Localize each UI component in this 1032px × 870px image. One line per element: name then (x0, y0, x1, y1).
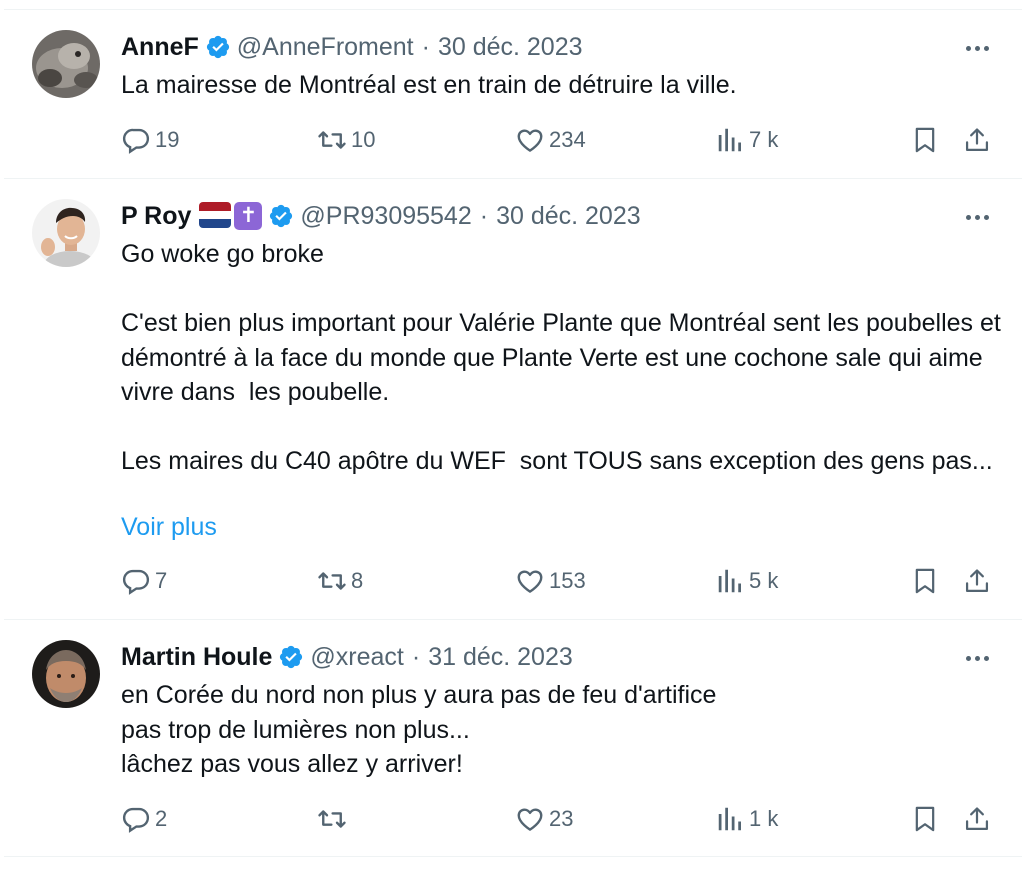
tweet-actions: 7 8 153 5 k (121, 563, 992, 599)
share-button[interactable] (959, 122, 995, 158)
bookmark-icon (915, 806, 935, 832)
reply-icon (122, 569, 150, 595)
tweet-header: Martin Houle @xreact · 31 déc. 2023 (121, 641, 902, 673)
bookmark-button[interactable] (907, 563, 943, 599)
verified-badge-icon (206, 35, 229, 59)
name-emojis: ✝ (199, 202, 263, 230)
views-button[interactable]: 7 k (715, 122, 778, 158)
separator: · (411, 643, 421, 671)
reply-button[interactable]: 7 (121, 563, 167, 599)
reply-button[interactable]: 19 (121, 122, 179, 158)
tweet-header: P Roy ✝ @PR93095542 · 30 déc. 2023 (121, 200, 902, 232)
share-icon (965, 807, 989, 831)
like-button[interactable]: 23 (515, 801, 573, 837)
views-count: 5 k (749, 568, 779, 593)
views-count: 7 k (749, 127, 779, 152)
heart-icon (517, 129, 543, 152)
show-more-link[interactable]: Voir plus (121, 510, 217, 544)
retweet-button[interactable]: 10 (317, 122, 375, 158)
views-chart-icon (718, 128, 741, 152)
tweet-actions: 19 10 234 7 k (121, 122, 992, 158)
separator: · (479, 202, 489, 230)
retweet-count: 10 (351, 127, 376, 152)
tweet-text: Go woke go broke C'est bien plus importa… (121, 240, 1001, 475)
reply-button[interactable]: 2 (121, 801, 167, 837)
views-button[interactable]: 5 k (715, 563, 778, 599)
like-count: 234 (549, 127, 586, 152)
reply-count: 19 (155, 127, 180, 152)
avatar[interactable] (32, 640, 100, 708)
share-icon (965, 128, 989, 152)
retweet-button[interactable] (317, 801, 351, 837)
views-button[interactable]: 1 k (715, 801, 778, 837)
display-name[interactable]: Martin Houle (121, 641, 272, 673)
views-count: 1 k (749, 806, 779, 831)
timestamp[interactable]: 31 déc. 2023 (428, 641, 573, 673)
reply-count: 7 (155, 568, 168, 593)
views-chart-icon (718, 807, 741, 831)
like-button[interactable]: 234 (515, 122, 586, 158)
reply-icon (122, 128, 150, 154)
avatar[interactable] (32, 199, 100, 267)
tweet-actions: 2 23 1 k (121, 801, 992, 837)
retweet-icon (318, 131, 346, 149)
heart-icon (517, 808, 543, 831)
tweet-1[interactable]: AnneF @AnneFroment · 30 déc. 2023 La mai… (0, 0, 1022, 178)
retweet-button[interactable]: 8 (317, 563, 363, 599)
reply-count: 2 (155, 806, 168, 831)
tweet-text: La mairesse de Montréal est en train de … (121, 71, 737, 99)
heart-icon (517, 570, 543, 593)
retweet-icon (318, 572, 346, 590)
more-options-icon[interactable] (962, 33, 992, 63)
bookmark-icon (915, 568, 935, 594)
retweet-icon (318, 810, 346, 828)
like-button[interactable]: 153 (515, 563, 586, 599)
share-button[interactable] (959, 801, 995, 837)
handle[interactable]: @AnneFroment (237, 31, 414, 63)
verified-badge-icon (280, 645, 303, 669)
handle[interactable]: @PR93095542 (300, 200, 471, 232)
bookmark-icon (915, 127, 935, 153)
divider (4, 856, 1022, 857)
reply-icon (122, 807, 150, 833)
more-options-icon[interactable] (962, 643, 992, 673)
display-name[interactable]: AnneF (121, 31, 199, 63)
tweet-text: en Corée du nord non plus y aura pas de … (121, 681, 717, 778)
share-icon (965, 569, 989, 593)
tweet-feed: AnneF @AnneFroment · 30 déc. 2023 La mai… (0, 0, 1022, 870)
latin-cross-icon: ✝ (234, 202, 263, 230)
verified-badge-icon (270, 204, 293, 228)
timestamp[interactable]: 30 déc. 2023 (496, 200, 641, 232)
netherlands-flag-icon (199, 202, 232, 228)
more-options-icon[interactable] (962, 202, 992, 232)
timestamp[interactable]: 30 déc. 2023 (438, 31, 583, 63)
bookmark-button[interactable] (907, 122, 943, 158)
separator: · (421, 33, 430, 61)
like-count: 23 (549, 806, 574, 831)
views-chart-icon (718, 569, 741, 593)
avatar[interactable] (32, 30, 100, 98)
tweet-3[interactable]: Martin Houle @xreact · 31 déc. 2023 en C… (0, 620, 1022, 856)
tweet-2[interactable]: P Roy ✝ @PR93095542 · 30 déc. 2023 Go wo… (0, 179, 1022, 619)
retweet-count: 8 (351, 568, 364, 593)
tweet-header: AnneF @AnneFroment · 30 déc. 2023 (121, 31, 902, 63)
like-count: 153 (549, 568, 586, 593)
share-button[interactable] (959, 563, 995, 599)
bookmark-button[interactable] (907, 801, 943, 837)
display-name[interactable]: P Roy (121, 200, 191, 232)
handle[interactable]: @xreact (310, 641, 403, 673)
